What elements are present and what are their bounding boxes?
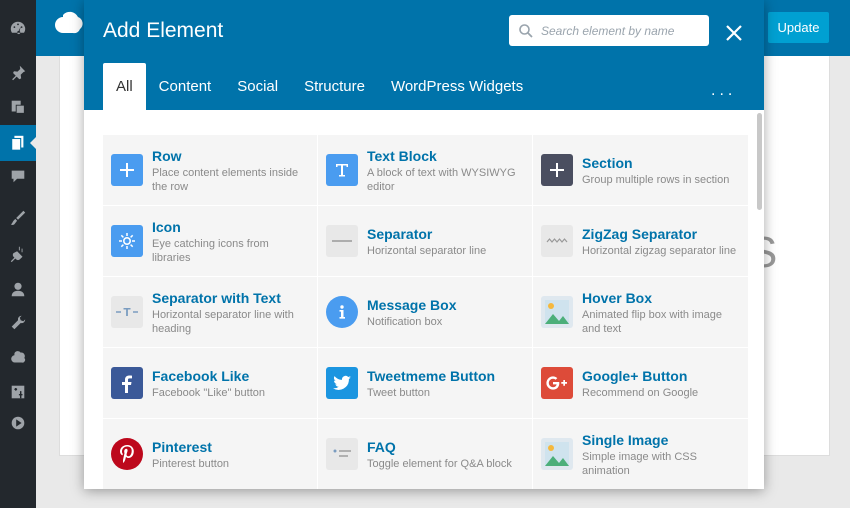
element-zigzag-separator[interactable]: ZigZag Separator Horizontal zigzag separa… <box>533 206 748 276</box>
element-name: Icon <box>152 218 181 235</box>
element-name: Text Block <box>367 147 437 164</box>
element-icon[interactable]: Icon Eye catching icons from libraries <box>103 206 317 276</box>
element-name: Separator with Text <box>152 289 281 306</box>
element-description: Tweet button <box>367 386 430 399</box>
element-google-plus-button[interactable]: Google+ Button Recommend on Google <box>533 348 748 418</box>
element-name: Single Image <box>582 431 669 448</box>
element-description: Animated flip box with image and text <box>582 308 723 335</box>
element-description: Recommend on Google <box>582 386 699 399</box>
modal-scrollbar[interactable] <box>757 113 762 210</box>
element-row[interactable]: Row Place content elements inside the row <box>103 135 317 205</box>
tab-social[interactable]: Social <box>224 63 291 110</box>
close-icon <box>726 25 742 41</box>
twitter-icon <box>326 367 358 399</box>
element-description: Horizontal zigzag separator line <box>582 244 737 257</box>
element-description: Horizontal separator line with heading <box>152 308 294 335</box>
dashboard-icon[interactable] <box>0 10 36 46</box>
tab-wordpress-widgets[interactable]: WordPress Widgets <box>378 63 536 110</box>
element-description: A block of text with WYSIWYG editor <box>367 166 516 193</box>
element-description: Toggle element for Q&A block <box>367 457 512 470</box>
appearance-icon[interactable] <box>0 200 36 236</box>
brand-logo-icon <box>55 11 83 34</box>
element-description: Notification box <box>367 315 443 328</box>
element-facebook-like[interactable]: Facebook Like Facebook "Like" button <box>103 348 317 418</box>
more-tabs-button[interactable]: ... <box>711 82 736 100</box>
element-section[interactable]: Section Group multiple rows in section <box>533 135 748 205</box>
separator-text-icon <box>111 296 143 328</box>
builder-icon[interactable] <box>0 340 36 376</box>
modal-header: Add Element All Content Social Structure… <box>84 0 764 110</box>
plus-icon <box>541 154 573 186</box>
search-box[interactable] <box>509 15 709 46</box>
element-name: Message Box <box>367 296 457 313</box>
google-plus-icon <box>541 367 573 399</box>
tools-icon[interactable] <box>0 305 36 341</box>
element-name: Pinterest <box>152 438 212 455</box>
element-hover-box[interactable]: Hover Box Animated flip box with image an… <box>533 277 748 347</box>
collapse-icon[interactable] <box>0 405 36 441</box>
add-element-modal: Add Element All Content Social Structure… <box>84 0 764 489</box>
element-grid: Row Place content elements inside the row… <box>103 135 748 489</box>
element-name: Tweetmeme Button <box>367 367 496 384</box>
tab-all[interactable]: All <box>103 63 146 110</box>
element-message-box[interactable]: Message Box Notification box <box>318 277 532 347</box>
image-icon <box>541 438 573 470</box>
element-name: Facebook Like <box>152 367 250 384</box>
element-description: Simple image with CSS animation <box>582 450 697 477</box>
element-pinterest[interactable]: Pinterest Pinterest button <box>103 419 317 489</box>
element-description: Horizontal separator line <box>367 244 487 257</box>
comments-icon[interactable] <box>0 158 36 194</box>
element-description: Place content elements inside the row <box>152 166 299 193</box>
element-single-image[interactable]: Single Image Simple image with CSS animat… <box>533 419 748 489</box>
element-name: Row <box>152 147 182 164</box>
tab-content[interactable]: Content <box>146 63 225 110</box>
close-button[interactable] <box>721 20 747 46</box>
element-description: Facebook "Like" button <box>152 386 265 399</box>
modal-title: Add Element <box>103 19 224 42</box>
admin-sidebar <box>0 0 36 508</box>
sun-icon <box>111 225 143 257</box>
element-separator[interactable]: Separator Horizontal separator line <box>318 206 532 276</box>
element-name: ZigZag Separator <box>582 225 698 242</box>
plus-icon <box>111 154 143 186</box>
users-icon[interactable] <box>0 271 36 307</box>
element-description: Eye catching icons from libraries <box>152 237 269 264</box>
pin-icon[interactable] <box>0 55 36 91</box>
element-tweetmeme-button[interactable]: Tweetmeme Button Tweet button <box>318 348 532 418</box>
pinterest-icon <box>111 438 143 470</box>
element-faq[interactable]: FAQ Toggle element for Q&A block <box>318 419 532 489</box>
pages-icon[interactable] <box>0 125 36 161</box>
element-description: Group multiple rows in section <box>582 173 730 186</box>
image-icon <box>541 296 573 328</box>
faq-icon <box>326 438 358 470</box>
element-name: Section <box>582 154 633 171</box>
search-icon <box>519 23 533 38</box>
element-separator-with-text[interactable]: Separator with Text Horizontal separator … <box>103 277 317 347</box>
plugins-icon[interactable] <box>0 236 36 272</box>
element-name: Separator <box>367 225 433 242</box>
element-name: FAQ <box>367 438 396 455</box>
facebook-icon <box>111 367 143 399</box>
zigzag-icon <box>541 225 573 257</box>
category-tabs: All Content Social Structure WordPress W… <box>103 63 536 110</box>
text-t-icon <box>326 154 358 186</box>
element-text-block[interactable]: Text Block A block of text with WYSIWYG e… <box>318 135 532 205</box>
update-button[interactable]: Update <box>768 12 829 43</box>
line-icon <box>326 225 358 257</box>
tab-structure[interactable]: Structure <box>291 63 378 110</box>
element-name: Google+ Button <box>582 367 688 384</box>
element-description: Pinterest button <box>152 457 230 470</box>
search-input[interactable] <box>541 23 701 38</box>
element-name: Hover Box <box>582 289 653 306</box>
media-icon[interactable] <box>0 89 36 125</box>
info-icon <box>326 296 358 328</box>
